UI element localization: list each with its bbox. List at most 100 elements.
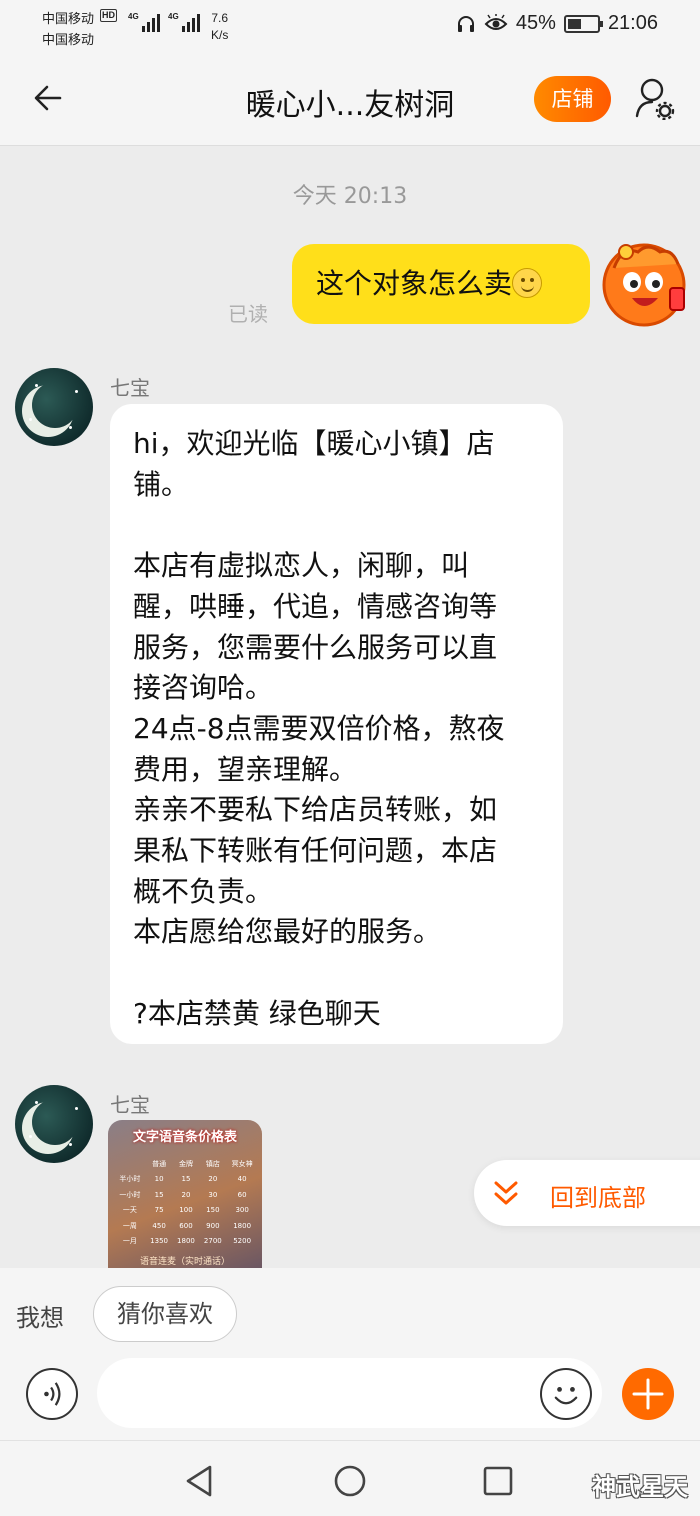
message-line: 接咨询哈。 xyxy=(133,671,274,705)
home-circle-icon[interactable] xyxy=(330,1461,370,1501)
back-to-bottom-label: 回到底部 xyxy=(550,1184,646,1212)
price-cell: 100 xyxy=(179,1206,193,1215)
outgoing-message-text: 这个对象怎么卖 xyxy=(316,267,513,300)
suggestion-label: 我想 xyxy=(16,1304,64,1332)
price-cell: 一月 xyxy=(122,1237,137,1246)
price-cell: 60 xyxy=(237,1190,247,1199)
price-cell: 20 xyxy=(181,1190,191,1199)
price-list-image[interactable]: 文字语音条价格表 普通 金牌 镇店 冥女神 半小时 10 15 20 40 一小时 15 20 30 6… xyxy=(108,1120,262,1268)
carrier-label-2: 中国移动 xyxy=(42,32,95,47)
eye-comfort-icon xyxy=(484,13,508,30)
price-cell: 900 xyxy=(206,1221,220,1230)
read-receipt: 已读 xyxy=(228,302,268,326)
message-line: 醒，哄睡，代追，情感咨询等 xyxy=(133,589,498,623)
price-cell: 2700 xyxy=(203,1237,222,1246)
message-line: 24点-8点需要双倍价格，熬夜 xyxy=(133,711,505,745)
message-line: 亲亲不要私下给店员转账，如 xyxy=(133,793,498,827)
price-header-cell: 镇店 xyxy=(205,1159,220,1168)
price-cell: 600 xyxy=(179,1221,193,1230)
message-line: 费用，望亲理解。 xyxy=(133,752,358,786)
message-line xyxy=(133,505,539,546)
price-row: 一天 75 100 150 300 xyxy=(114,1203,258,1219)
price-cell: 1800 xyxy=(233,1221,252,1230)
price-cell: 1350 xyxy=(150,1237,168,1246)
back-to-bottom-button[interactable]: 回到底部 xyxy=(474,1160,700,1226)
price-cell: 30 xyxy=(208,1190,218,1199)
price-row: 一月 1350 1800 2700 5200 xyxy=(114,1234,258,1250)
message-input[interactable] xyxy=(97,1358,602,1428)
price-header-cell: 金牌 xyxy=(178,1159,193,1168)
price-row: 一周 450 600 900 1800 xyxy=(114,1218,258,1234)
price-header-cell: 普通 xyxy=(152,1159,167,1168)
sender-name: 七宝 xyxy=(110,1093,150,1117)
emoji-icon[interactable] xyxy=(540,1368,592,1420)
net-speed-value: 7.6 xyxy=(211,11,229,25)
message-line: hi，欢迎光临【暖心小镇】店 xyxy=(133,427,495,460)
hd-badge: HD xyxy=(100,9,117,22)
price-cell: 一周 xyxy=(122,1221,137,1230)
price-list-footer: 语音连麦（实时通话） xyxy=(139,1257,230,1267)
signal-icon: 4G xyxy=(168,12,200,32)
suggestion-bar: 我想 猜你喜欢 xyxy=(0,1268,700,1356)
input-bar xyxy=(0,1356,700,1440)
back-triangle-icon[interactable] xyxy=(180,1461,220,1501)
message-line xyxy=(133,953,539,994)
message-line: 服务，您需要什么服务可以直 xyxy=(133,630,498,664)
net-speed: 7.6 K/s xyxy=(211,10,228,44)
price-list-title: 文字语音条价格表 xyxy=(132,1130,237,1145)
message-line: 本店愿给您最好的服务。 xyxy=(133,915,442,949)
message-line: ?本店禁黄 绿色聊天 xyxy=(133,996,381,1030)
price-cell: 40 xyxy=(237,1175,247,1184)
price-cell: 半小时 xyxy=(119,1175,141,1184)
chat-title: 暖心小...友树洞 xyxy=(245,88,455,123)
price-cell: 一天 xyxy=(122,1206,137,1215)
price-table: 普通 金牌 镇店 冥女神 半小时 10 15 20 40 一小时 15 20 30 60 一天 75 100 1… xyxy=(114,1156,258,1249)
price-cell: 10 xyxy=(154,1175,164,1184)
message-line: 概不负责。 xyxy=(133,874,274,908)
voice-icon[interactable] xyxy=(26,1368,78,1420)
price-cell: 150 xyxy=(206,1206,220,1215)
price-cell: 15 xyxy=(181,1175,191,1184)
chat-header: 暖心小...友树洞 店铺 xyxy=(0,52,700,146)
suggestion-chip[interactable]: 猜你喜欢 xyxy=(93,1286,237,1342)
chat-timestamp: 今天 20:13 xyxy=(292,184,408,209)
price-cell: 一小时 xyxy=(119,1190,141,1199)
carrier-label-1: 中国移动 xyxy=(42,11,95,26)
net-speed-unit: K/s xyxy=(211,28,229,42)
price-header-cell: 冥女神 xyxy=(231,1159,253,1168)
incoming-message[interactable]: hi，欢迎光临【暖心小镇】店 铺。本店有虚拟恋人，闲聊，叫 醒，哄睡，代追，情感咨询… xyxy=(110,404,563,1044)
double-chevron-down-icon xyxy=(494,1181,518,1205)
price-cell: 300 xyxy=(235,1206,249,1215)
headset-icon xyxy=(457,15,474,32)
signal-icon: 4G xyxy=(128,12,160,32)
clock: 21:06 xyxy=(607,12,658,34)
message-line: 果私下转账有任何问题，本店 xyxy=(133,834,498,868)
price-cell: 1800 xyxy=(177,1237,195,1246)
message-line: 铺。 xyxy=(133,467,190,501)
price-cell: 5200 xyxy=(233,1237,252,1246)
user-settings-icon[interactable] xyxy=(634,76,676,120)
shop-button[interactable]: 店铺 xyxy=(534,76,611,122)
plus-icon[interactable] xyxy=(622,1368,674,1420)
network-type-1: 4G xyxy=(128,12,139,21)
price-row: 一小时 15 20 30 60 xyxy=(114,1187,258,1203)
contact-avatar[interactable] xyxy=(15,1085,93,1163)
battery-icon xyxy=(563,14,603,33)
price-cell: 450 xyxy=(152,1221,166,1230)
message-line: 本店有虚拟恋人，闲聊，叫 xyxy=(133,549,470,583)
back-arrow-icon[interactable] xyxy=(28,78,68,118)
my-avatar[interactable] xyxy=(598,238,692,328)
contact-avatar[interactable] xyxy=(15,368,93,446)
price-header-cell xyxy=(114,1156,146,1172)
price-cell: 15 xyxy=(154,1190,164,1199)
price-row: 半小时 10 15 20 40 xyxy=(114,1172,258,1188)
outgoing-message[interactable]: 这个对象怎么卖 xyxy=(292,244,590,324)
price-cell: 75 xyxy=(154,1206,164,1215)
sender-name: 七宝 xyxy=(110,376,150,400)
smile-emoji-icon xyxy=(512,268,543,298)
system-nav-bar: 神武星天 xyxy=(0,1440,700,1516)
recent-square-icon[interactable] xyxy=(478,1461,518,1501)
battery-percent: 45% xyxy=(515,12,556,34)
network-type-2: 4G xyxy=(168,12,179,21)
watermark: 神武星天 xyxy=(592,1472,688,1501)
